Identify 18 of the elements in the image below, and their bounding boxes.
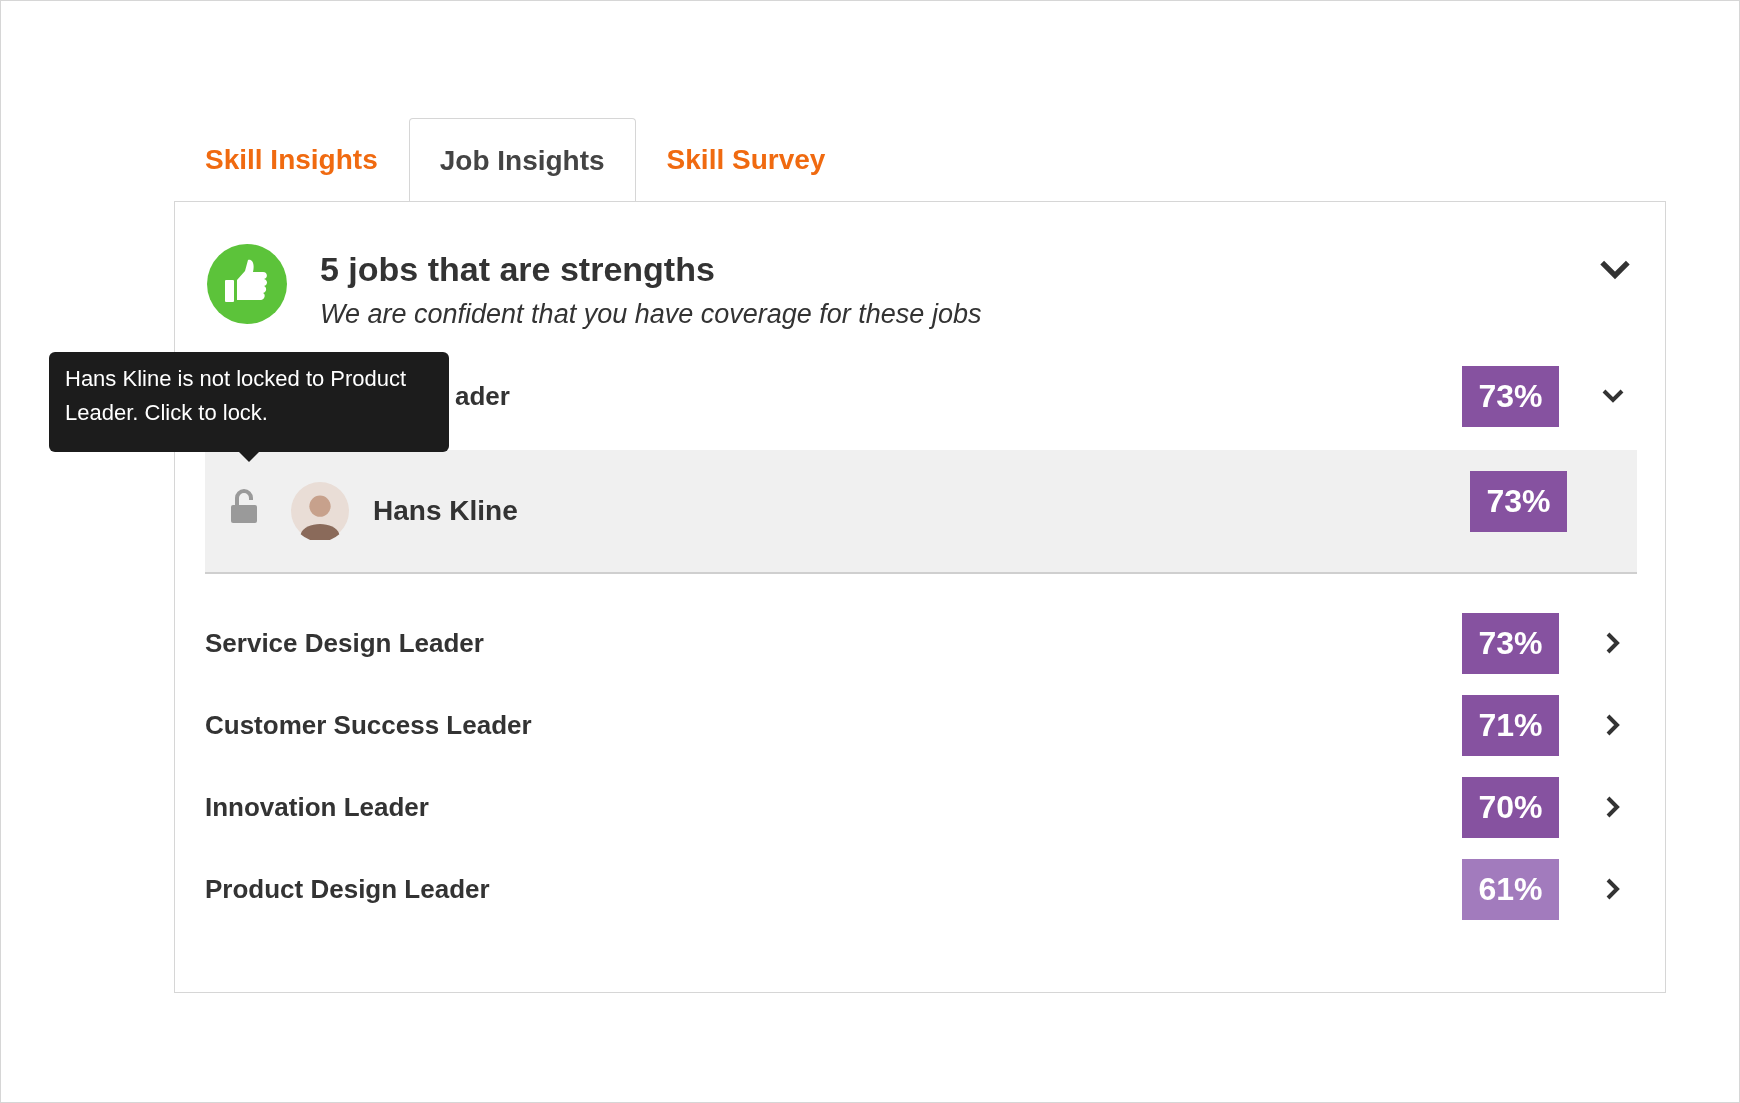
score-badge: 70% <box>1462 776 1559 838</box>
section-title: 5 jobs that are strengths <box>320 250 716 289</box>
score-badge: 73% <box>1462 365 1559 427</box>
avatar <box>291 482 349 540</box>
job-title[interactable]: Innovation Leader <box>205 791 1462 823</box>
score-badge: 73% <box>1470 470 1567 532</box>
job-title[interactable]: Customer Success Leader <box>205 709 1462 741</box>
score-badge: 71% <box>1462 694 1559 756</box>
score-badge: 61% <box>1462 858 1559 920</box>
thumbs-up-icon <box>207 244 287 324</box>
person-name: Hans Kline <box>373 495 519 527</box>
score-badge: 73% <box>1462 612 1559 674</box>
tooltip-text: Hans Kline is not locked to Product Leader. Click to lock. <box>65 365 408 427</box>
job-title[interactable]: Service Design Leader <box>205 627 1462 659</box>
chevron-icon[interactable] <box>1599 258 1631 280</box>
job-title[interactable]: Product Design Leader <box>205 873 1462 905</box>
tab[interactable]: Job Insights <box>408 118 636 202</box>
section-subtitle: We are confident that you have coverage for these jobs <box>320 299 983 330</box>
